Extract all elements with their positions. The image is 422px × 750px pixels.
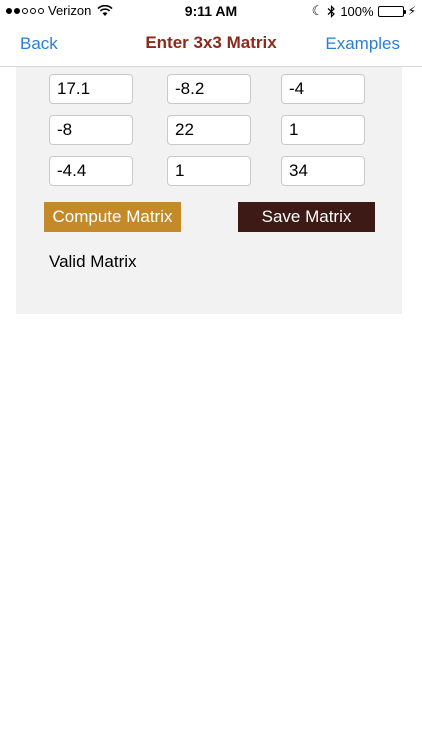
matrix-status-text: Valid Matrix xyxy=(49,252,137,271)
matrix-cell-r2c2[interactable] xyxy=(167,115,251,145)
matrix-cell-r3c3[interactable] xyxy=(281,156,365,186)
compute-matrix-button[interactable]: Compute Matrix xyxy=(44,202,181,232)
charging-icon: ⚡ xyxy=(407,4,416,18)
navigation-bar: Back Enter 3x3 Matrix Examples xyxy=(0,22,422,67)
matrix-panel: Compute Matrix Save Matrix Valid Matrix xyxy=(16,67,402,314)
matrix-cell-r1c1[interactable] xyxy=(49,74,133,104)
examples-button[interactable]: Examples xyxy=(325,34,400,54)
matrix-cell-r1c3[interactable] xyxy=(281,74,365,104)
battery-icon xyxy=(377,5,406,17)
status-bar: Verizon 9:11 AM ☾ 100% ⚡ xyxy=(0,0,422,22)
matrix-cell-r2c3[interactable] xyxy=(281,115,365,145)
save-matrix-button[interactable]: Save Matrix xyxy=(238,202,375,232)
bluetooth-icon xyxy=(327,4,336,18)
app-screen: Verizon 9:11 AM ☾ 100% ⚡ Back Enter 3x3 … xyxy=(0,0,422,750)
moon-icon: ☾ xyxy=(311,3,324,18)
matrix-cell-r1c2[interactable] xyxy=(167,74,251,104)
matrix-cell-r2c1[interactable] xyxy=(49,115,133,145)
matrix-cell-r3c1[interactable] xyxy=(49,156,133,186)
status-right: ☾ 100% ⚡ xyxy=(312,3,416,19)
matrix-cell-r3c2[interactable] xyxy=(167,156,251,186)
battery-percent: 100% xyxy=(340,3,374,19)
